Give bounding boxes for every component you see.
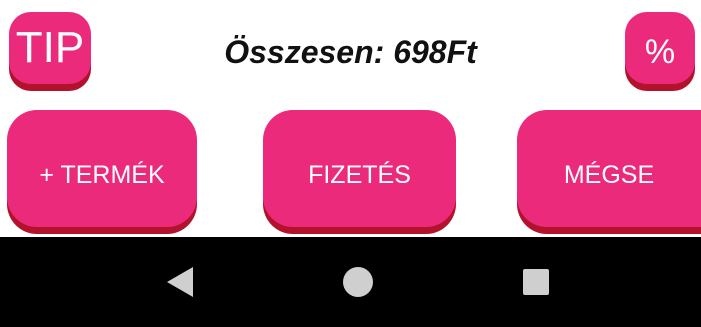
payment-button[interactable]: FIZETÉS	[263, 110, 456, 227]
cancel-button[interactable]: MÉGSE	[517, 110, 701, 227]
add-product-label: + TERMÉK	[39, 161, 165, 189]
system-navigation-bar	[0, 237, 701, 327]
nav-recents-button[interactable]	[519, 265, 553, 299]
nav-home-button[interactable]	[341, 265, 375, 299]
add-product-button[interactable]: + TERMÉK	[7, 110, 197, 227]
recents-square-icon	[523, 269, 549, 295]
percent-button-label: %	[644, 32, 676, 71]
home-circle-icon	[343, 267, 373, 297]
cancel-label: MÉGSE	[563, 161, 655, 189]
back-triangle-icon	[167, 267, 193, 297]
nav-back-button[interactable]	[163, 265, 197, 299]
total-amount: Összesen: 698Ft	[224, 34, 477, 70]
app-screen: TIP Összesen: 698Ft % + TERMÉK FIZETÉS M…	[0, 0, 701, 327]
payment-label: FIZETÉS	[308, 161, 411, 189]
percent-button[interactable]: %	[625, 12, 695, 84]
